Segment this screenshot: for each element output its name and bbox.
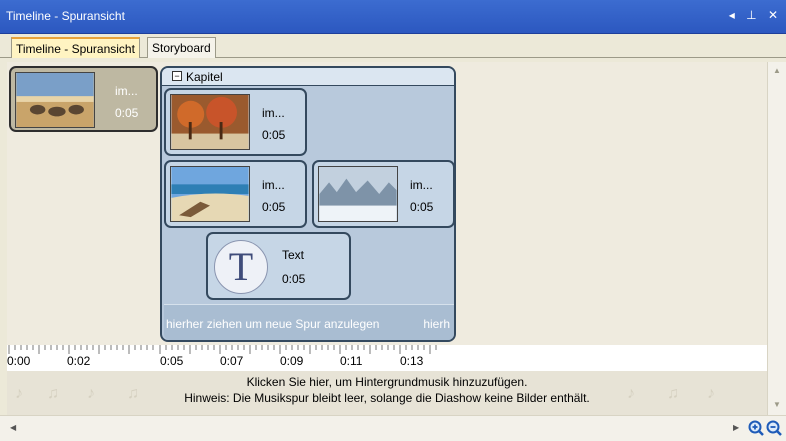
clip-name: im...	[410, 178, 433, 192]
dropdown-arrow-icon[interactable]: ◂	[729, 8, 739, 22]
ruler-label: 0:02	[67, 354, 91, 368]
zoom-in-icon[interactable]	[748, 420, 764, 436]
scroll-right-arrow-icon[interactable]: ▶	[733, 423, 739, 432]
music-track[interactable]: ♪ ♫ ♪ ♫ ♪ ♫ ♪ Klicken Sie hier, um Hinte…	[7, 371, 767, 415]
chapter-label: Kapitel	[186, 70, 223, 84]
tab-storyboard[interactable]: Storyboard	[147, 37, 216, 58]
clip-duration: 0:05	[262, 200, 286, 214]
clip-name: im...	[115, 84, 138, 98]
clip-outer-image[interactable]: im... 0:05	[9, 66, 158, 132]
drop-hint-text-right: hierh	[423, 317, 450, 331]
scroll-left-arrow-icon[interactable]: ◀	[10, 423, 16, 432]
tab-strip: Timeline - Spuransicht Storyboard	[0, 34, 786, 58]
collapse-icon[interactable]: −	[172, 71, 182, 81]
clip-thumbnail-elephants	[15, 72, 95, 128]
clip-duration: 0:05	[262, 128, 286, 142]
ruler-label: 0:07	[220, 354, 244, 368]
clip-name: im...	[262, 106, 285, 120]
new-track-drop-zone[interactable]: hierher ziehen um neue Spur anzulegen hi…	[164, 304, 454, 340]
window-title: Timeline - Spuransicht	[6, 9, 125, 23]
scroll-up-arrow-icon[interactable]: ▲	[773, 66, 781, 75]
ruler-label: 0:13	[400, 354, 424, 368]
music-add-hint: Klicken Sie hier, um Hintergrundmusik hi…	[246, 375, 528, 389]
vertical-scrollbar[interactable]: ▲ ▼	[767, 62, 786, 415]
clip-name: Text	[282, 248, 305, 262]
horizontal-scrollbar[interactable]: ◀ ▶	[0, 415, 786, 441]
clip-duration: 0:05	[115, 106, 139, 120]
clip-duration: 0:05	[410, 200, 434, 214]
scroll-down-arrow-icon[interactable]: ▼	[773, 400, 781, 409]
chapter-header: − Kapitel	[162, 68, 454, 86]
zoom-out-icon[interactable]	[766, 420, 782, 436]
tab-timeline[interactable]: Timeline - Spuransicht	[11, 37, 140, 58]
clip-thumbnail-autumn-trees	[170, 94, 250, 150]
clip-thumbnail-beach	[170, 166, 250, 222]
pin-icon[interactable]: ⊥	[746, 8, 760, 22]
clip-thumbnail-winter-forest	[318, 166, 398, 222]
time-ruler[interactable]: 0:00 0:02 0:05 0:07 0:09 0:11 0:13	[7, 345, 767, 371]
clip-duration: 0:05	[282, 272, 306, 286]
ruler-ticks	[8, 345, 437, 354]
ruler-label: 0:09	[280, 354, 304, 368]
window-controls: ◂ ⊥ ✕	[729, 8, 782, 22]
title-bar: Timeline - Spuransicht ◂ ⊥ ✕	[0, 0, 786, 34]
ruler-label: 0:00	[7, 354, 31, 368]
clip-chapter-image-1[interactable]: im... 0:05	[164, 88, 307, 156]
drop-hint-text: hierher ziehen um neue Spur anzulegen	[166, 317, 380, 331]
text-clip-icon: T	[214, 240, 268, 294]
clip-text[interactable]: T Text 0:05	[206, 232, 351, 300]
chapter-group[interactable]: − Kapitel im... 0:05 im... 0:05 im... 0:…	[160, 66, 456, 342]
music-info-hint: Hinweis: Die Musikspur bleibt leer, sola…	[184, 391, 590, 405]
ruler-label: 0:11	[340, 354, 363, 368]
ruler-label: 0:05	[160, 354, 184, 368]
clip-chapter-image-3[interactable]: im... 0:05	[312, 160, 455, 228]
clip-name: im...	[262, 178, 285, 192]
close-icon[interactable]: ✕	[768, 8, 782, 22]
clip-chapter-image-2[interactable]: im... 0:05	[164, 160, 307, 228]
